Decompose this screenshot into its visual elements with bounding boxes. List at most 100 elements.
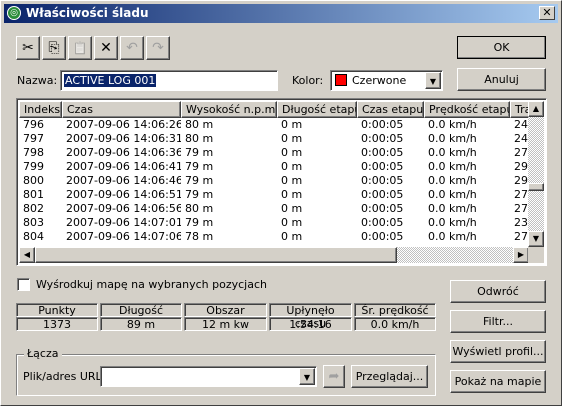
- header-index[interactable]: Indeks: [19, 101, 62, 118]
- cell-index: 803: [23, 216, 44, 229]
- cell-elevation: 80 m: [185, 118, 214, 131]
- table-row[interactable]: 804 2007-09-06 14:07:06 78 m 0 m 0:00:05 0.0 …: [19, 230, 529, 244]
- table-row[interactable]: 796 2007-09-06 14:06:26 80 m 0 m 0:00:05 0.0 …: [19, 118, 529, 132]
- horizontal-scrollbar[interactable]: ◀ ▶: [19, 247, 529, 263]
- chevron-down-icon[interactable]: ▼: [299, 368, 315, 385]
- cell-index: 797: [23, 132, 44, 145]
- stat-area: Obszar 12 m kw: [184, 303, 267, 331]
- track-properties-dialog: ◎ Właściwości śladu ✕ ✂ ⎘ 📋 ✕ ↶ ↷ OK Anu…: [0, 0, 562, 406]
- reverse-button[interactable]: Odwróć: [450, 280, 546, 303]
- paste-button[interactable]: 📋: [68, 36, 92, 60]
- cell-course: 24: [514, 132, 528, 145]
- cell-course: 299: [514, 160, 529, 173]
- stat-label: Punkty: [16, 303, 98, 317]
- cell-elevation: 79 m: [185, 174, 214, 187]
- cell-time: 2007-09-06 14:06:31: [66, 132, 181, 145]
- stat-elapsed-time: Upłynęło czasu 1:54:16: [269, 303, 352, 331]
- cell-leg-speed: 0.0 km/h: [428, 160, 477, 173]
- copy-button[interactable]: ⎘: [42, 36, 66, 60]
- cell-elevation: 80 m: [185, 202, 214, 215]
- cell-course: 23: [514, 216, 528, 229]
- scroll-down-icon[interactable]: ▼: [528, 231, 544, 247]
- stat-length: Długość 89 m: [100, 303, 182, 331]
- cell-index: 800: [23, 174, 44, 187]
- show-profile-button[interactable]: Wyświetl profil...: [450, 340, 546, 363]
- chevron-down-icon[interactable]: ▼: [425, 72, 441, 89]
- show-on-map-button[interactable]: Pokaż na mapie: [450, 370, 546, 393]
- redo-button[interactable]: ↷: [146, 36, 170, 60]
- vertical-scrollbar[interactable]: ▲ ▼: [528, 101, 544, 247]
- cell-time: 2007-09-06 14:07:06: [66, 230, 181, 243]
- title-bar[interactable]: ◎ Właściwości śladu ✕: [4, 4, 558, 23]
- cell-index: 801: [23, 188, 44, 201]
- name-value: ACTIVE LOG 001: [64, 74, 157, 87]
- color-select[interactable]: Czerwone ▼: [330, 70, 443, 91]
- table-row[interactable]: 800 2007-09-06 14:06:46 79 m 0 m 0:00:05 0.0 …: [19, 174, 529, 188]
- stat-label: Długość: [100, 303, 182, 317]
- copy-icon: ⎘: [48, 40, 60, 56]
- redo-icon: ↷: [152, 40, 164, 56]
- horizontal-scroll-thumb[interactable]: [35, 247, 397, 263]
- cell-leg-time: 0:00:05: [361, 132, 404, 145]
- table-row[interactable]: 801 2007-09-06 14:06:51 79 m 0 m 0:00:05 0.0 …: [19, 188, 529, 202]
- cell-leg-length: 0 m: [281, 146, 303, 159]
- cell-leg-length: 0 m: [281, 160, 303, 173]
- name-field[interactable]: ACTIVE LOG 001: [60, 70, 278, 91]
- cut-button[interactable]: ✂: [16, 36, 40, 60]
- follow-link-button[interactable]: ➦: [323, 365, 345, 388]
- cell-leg-time: 0:00:05: [361, 146, 404, 159]
- cell-time: 2007-09-06 14:06:56: [66, 202, 181, 215]
- table-row[interactable]: 798 2007-09-06 14:06:36 79 m 0 m 0:00:05 0.0 …: [19, 146, 529, 160]
- globe-icon: ◎: [7, 6, 21, 20]
- undo-button[interactable]: ↶: [120, 36, 144, 60]
- scroll-left-icon[interactable]: ◀: [19, 247, 35, 263]
- header-leg-time[interactable]: Czas etapu: [357, 101, 424, 118]
- ok-button[interactable]: OK: [457, 36, 546, 59]
- stat-label: Obszar: [184, 303, 267, 317]
- stat-points: Punkty 1373: [16, 303, 98, 331]
- cell-elevation: 80 m: [185, 132, 214, 145]
- header-leg-length[interactable]: Długość etapu: [277, 101, 357, 118]
- scroll-up-icon[interactable]: ▲: [528, 101, 544, 117]
- cell-leg-speed: 0.0 km/h: [428, 216, 477, 229]
- cell-time: 2007-09-06 14:06:41: [66, 160, 181, 173]
- links-group-title: Łącza: [24, 347, 62, 360]
- table-row[interactable]: 802 2007-09-06 14:06:56 80 m 0 m 0:00:05 0.0 …: [19, 202, 529, 216]
- cell-leg-length: 0 m: [281, 132, 303, 145]
- cell-elevation: 79 m: [185, 216, 214, 229]
- undo-icon: ↶: [126, 40, 138, 56]
- table-row[interactable]: 799 2007-09-06 14:06:41 79 m 0 m 0:00:05 0.0 …: [19, 160, 529, 174]
- cell-elevation: 79 m: [185, 188, 214, 201]
- delete-button[interactable]: ✕: [94, 36, 118, 60]
- cell-index: 796: [23, 118, 44, 131]
- stat-label: Upłynęło czasu: [269, 303, 352, 330]
- header-leg-speed[interactable]: Prędkość etapu: [424, 101, 510, 118]
- table-row[interactable]: 803 2007-09-06 14:07:01 79 m 0 m 0:00:05 0.0 …: [19, 216, 529, 230]
- cell-elevation: 79 m: [185, 146, 214, 159]
- header-course[interactable]: Tra: [510, 101, 529, 118]
- stat-avg-speed: Śr. prędkość 0.0 km/h: [354, 303, 436, 331]
- browse-button[interactable]: Przeglądaj...: [351, 365, 428, 388]
- cell-course: 270: [514, 146, 529, 159]
- scroll-right-icon[interactable]: ▶: [513, 247, 529, 263]
- track-points-table[interactable]: Indeks Czas Wysokość n.p.m. Długość etap…: [16, 98, 547, 266]
- table-row[interactable]: 797 2007-09-06 14:06:31 80 m 0 m 0:00:05 0.0 …: [19, 132, 529, 146]
- vertical-scroll-thumb[interactable]: [528, 183, 544, 191]
- cell-course: 270: [514, 230, 529, 243]
- url-input[interactable]: ▼: [100, 366, 317, 387]
- cell-leg-speed: 0.0 km/h: [428, 146, 477, 159]
- cancel-button[interactable]: Anuluj: [457, 68, 546, 91]
- cell-leg-time: 0:00:05: [361, 188, 404, 201]
- cell-leg-length: 0 m: [281, 174, 303, 187]
- cell-course: 270: [514, 188, 529, 201]
- header-elevation[interactable]: Wysokość n.p.m.: [181, 101, 277, 118]
- cell-leg-speed: 0.0 km/h: [428, 202, 477, 215]
- close-button[interactable]: ✕: [539, 6, 555, 20]
- cell-leg-length: 0 m: [281, 230, 303, 243]
- center-map-label: Wyśrodkuj mapę na wybranych pozycjach: [36, 278, 267, 291]
- cell-elevation: 78 m: [185, 230, 214, 243]
- cell-leg-speed: 0.0 km/h: [428, 132, 477, 145]
- center-map-checkbox[interactable]: [17, 278, 30, 291]
- header-time[interactable]: Czas: [62, 101, 181, 118]
- filter-button[interactable]: Filtr...: [450, 310, 546, 333]
